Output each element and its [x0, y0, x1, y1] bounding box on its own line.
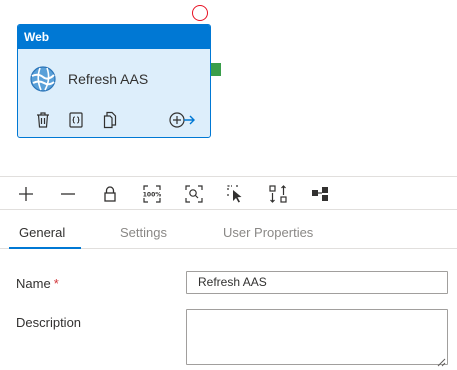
plus-icon[interactable]: [16, 184, 36, 204]
web-activity-node[interactable]: Web Refresh AAS: [17, 24, 211, 138]
pipeline-canvas[interactable]: Web Refresh AAS: [0, 0, 457, 176]
auto-align-icon[interactable]: [268, 184, 288, 204]
tab-user-properties[interactable]: User Properties: [223, 225, 313, 240]
zoom-100-icon[interactable]: 100%: [142, 184, 162, 204]
name-input[interactable]: Refresh AAS: [186, 271, 448, 294]
tab-settings[interactable]: Settings: [120, 225, 167, 240]
code-icon[interactable]: [68, 111, 84, 129]
resize-grip-icon[interactable]: [437, 354, 446, 367]
success-output-handle[interactable]: [211, 63, 221, 76]
layout-icon[interactable]: [310, 184, 330, 204]
copy-icon[interactable]: [102, 111, 118, 129]
zoom-fit-icon[interactable]: [184, 184, 204, 204]
active-tab-indicator: [9, 247, 81, 249]
lock-icon[interactable]: [100, 184, 120, 204]
select-icon[interactable]: [226, 184, 246, 204]
properties-tabs: General Settings User Properties: [0, 210, 457, 249]
add-arrow-icon[interactable]: [168, 111, 196, 129]
globe-icon: [30, 66, 56, 92]
trash-icon[interactable]: [35, 111, 51, 129]
svg-text:100%: 100%: [143, 192, 161, 199]
canvas-toolbar: 100%: [0, 176, 457, 210]
tab-general[interactable]: General: [19, 225, 65, 240]
minus-icon[interactable]: [58, 184, 78, 204]
description-input[interactable]: [186, 309, 448, 365]
required-mark: *: [53, 276, 59, 291]
activity-name: Refresh AAS: [68, 71, 149, 87]
activity-type-label: Web: [18, 25, 210, 49]
description-label: Description: [16, 315, 82, 330]
validation-status-circle: [192, 5, 208, 21]
name-label: Name *: [16, 276, 59, 291]
